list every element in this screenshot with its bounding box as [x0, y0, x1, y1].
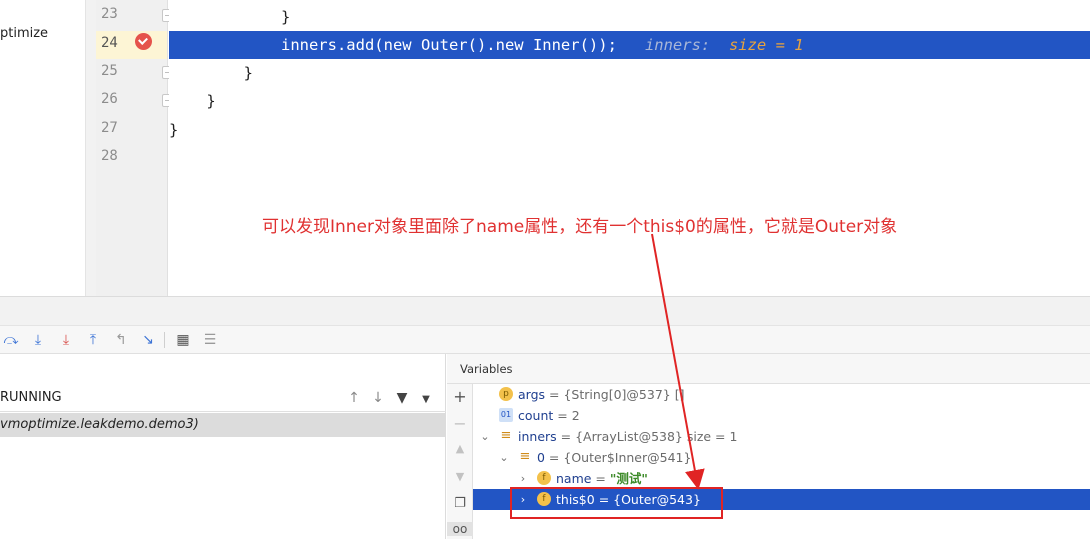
variable-value: = {ArrayList@538} size = 1 — [556, 429, 738, 444]
run-to-cursor-icon[interactable]: ↘ — [139, 331, 157, 349]
step-into-icon[interactable]: ⤓ — [29, 331, 47, 349]
parameter-icon: p — [499, 387, 513, 401]
line-number: 24 — [101, 35, 118, 51]
code-line: } — [169, 116, 1090, 144]
list-icon: ≡ — [500, 428, 512, 443]
code-line: } — [169, 87, 1090, 115]
thread-actions: ↑ ↓ ▼ ▼ — [342, 384, 438, 412]
variable-name: 0 — [537, 450, 545, 465]
variable-name: args — [518, 387, 546, 402]
arrow-up-icon[interactable]: ↑ — [342, 384, 366, 412]
add-watch-icon[interactable]: + — [447, 387, 473, 406]
dropdown-icon[interactable]: ▼ — [414, 386, 438, 414]
line-number: 28 — [101, 148, 118, 164]
filter-icon[interactable]: ▼ — [390, 384, 414, 412]
variable-row-inners[interactable]: ⌄ ≡ inners = {ArrayList@538} size = 1 — [473, 426, 1090, 447]
stack-frame-selected[interactable]: vmoptimize.leakdemo.demo3) — [0, 413, 446, 437]
move-down-icon[interactable]: ▼ — [447, 470, 473, 483]
variable-value: "测试" — [609, 471, 648, 486]
variable-value: = {String[0]@537} [] — [545, 387, 685, 402]
variable-value: = 2 — [553, 408, 580, 423]
thread-status: RUNNING — [0, 390, 62, 405]
step-over-icon[interactable]: ⤼ — [2, 331, 20, 349]
variable-row-item-0[interactable]: ⌄ ≡ 0 = {Outer$Inner@541} — [473, 447, 1090, 468]
frames-panel: RUNNING ↑ ↓ ▼ ▼ vmoptimize.leakdemo.demo3) — [0, 354, 446, 539]
variable-name: name — [556, 471, 592, 486]
remove-watch-icon[interactable]: − — [447, 414, 473, 433]
code-text: inners.add(new Outer().new Inner()); — [169, 36, 617, 54]
field-icon: f — [537, 471, 551, 485]
editor-gutter[interactable]: 23 24 25 26 27 28 — [96, 0, 173, 296]
line-number: 23 — [101, 6, 118, 22]
list-icon: ≡ — [519, 449, 531, 464]
code-text: } — [169, 64, 253, 82]
project-panel: ptimize — [0, 0, 86, 296]
inline-debug-value: size = 1 — [728, 36, 804, 54]
code-text: } — [169, 8, 291, 26]
inline-debug-name: inners: — [644, 36, 711, 54]
variable-row-count[interactable]: 01 count = 2 — [473, 405, 1090, 426]
variables-side-toolbar: + − ▲ ▼ ❐ oo — [447, 384, 473, 539]
variable-equals: = — [591, 471, 610, 486]
debug-toolbar: ⤼ ⤓ ⤓ ⤒ ↰ ↘ ▦ ☰ — [0, 326, 1090, 354]
variable-value: = {Outer$Inner@541} — [544, 450, 692, 465]
copy-icon[interactable]: ❐ — [447, 496, 473, 511]
move-up-icon[interactable]: ▲ — [447, 442, 473, 455]
project-tree-item[interactable]: ptimize — [0, 26, 48, 41]
chevron-down-icon[interactable]: ⌄ — [479, 426, 491, 447]
code-editor[interactable]: } inners.add(new Outer().new Inner()); i… — [169, 0, 1090, 296]
variable-row-args[interactable]: p args = {String[0]@537} [] — [473, 384, 1090, 405]
line-number: 27 — [101, 120, 118, 136]
annotation-highlight-box — [510, 487, 723, 519]
code-text: } — [169, 92, 216, 110]
annotation-text: 可以发现Inner对象里面除了name属性，还有一个this$0的属性，它就是O… — [262, 217, 898, 237]
line-number: 25 — [101, 63, 118, 79]
debug-tool-window-header — [0, 296, 1090, 326]
code-text: } — [169, 121, 179, 139]
variable-name: inners — [518, 429, 557, 444]
arrow-down-icon[interactable]: ↓ — [366, 384, 390, 412]
variable-row-name[interactable]: › f name = "测试" — [473, 468, 1090, 489]
toolbar-separator — [164, 332, 165, 348]
breakpoint-icon[interactable] — [135, 33, 152, 50]
chevron-right-icon[interactable]: › — [517, 468, 529, 489]
current-execution-line: inners.add(new Outer().new Inner()); inn… — [169, 31, 1090, 59]
drop-frame-icon[interactable]: ↰ — [112, 331, 130, 349]
code-line: } — [169, 59, 1090, 87]
trace-icon[interactable]: ☰ — [201, 331, 219, 349]
variable-name: count — [518, 408, 554, 423]
evaluate-icon[interactable]: ▦ — [174, 331, 192, 349]
force-step-into-icon[interactable]: ⤓ — [57, 331, 75, 349]
variables-title: Variables — [460, 362, 513, 376]
step-out-icon[interactable]: ⤒ — [84, 331, 102, 349]
chevron-down-icon[interactable]: ⌄ — [498, 447, 510, 468]
thread-selector[interactable]: RUNNING ↑ ↓ ▼ ▼ — [0, 384, 446, 412]
glasses-icon[interactable]: oo — [447, 522, 473, 536]
code-line: } — [169, 3, 1090, 31]
variables-header: Variables — [447, 354, 1090, 384]
line-number: 26 — [101, 91, 118, 107]
primitive-icon: 01 — [499, 408, 513, 422]
panel-splitter[interactable] — [86, 0, 96, 296]
